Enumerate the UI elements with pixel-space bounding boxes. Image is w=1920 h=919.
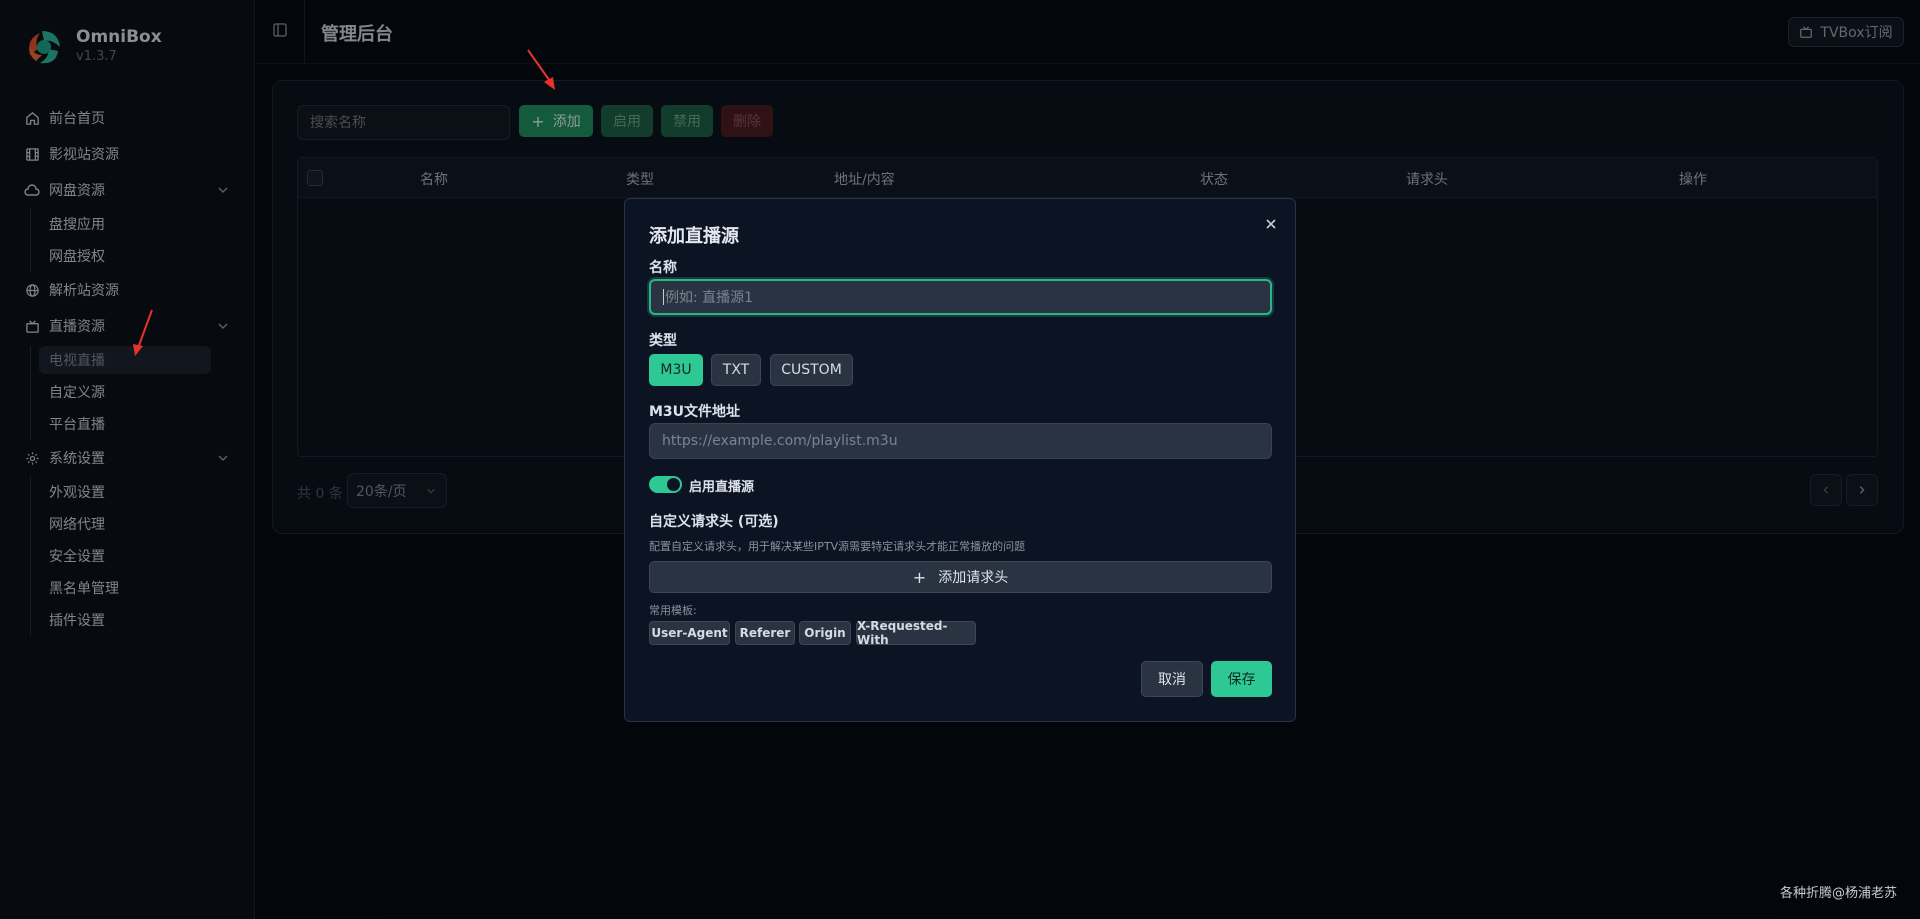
template-origin[interactable]: Origin <box>799 621 851 645</box>
url-input[interactable]: https://example.com/playlist.m3u <box>649 423 1272 459</box>
watermark: 各种折腾@杨浦老苏 <box>1780 886 1898 901</box>
name-placeholder: 例如: 直播源1 <box>665 290 754 306</box>
save-button[interactable]: 保存 <box>1211 661 1272 697</box>
type-txt-button[interactable]: TXT <box>711 354 761 386</box>
close-icon[interactable] <box>1264 217 1278 231</box>
name-input[interactable]: 例如: 直播源1 <box>649 279 1272 315</box>
text-caret <box>663 289 664 305</box>
type-custom-button[interactable]: CUSTOM <box>770 354 853 386</box>
enable-toggle[interactable] <box>649 476 682 493</box>
templates-label: 常用模板: <box>649 604 697 617</box>
plus-icon: + <box>912 567 927 587</box>
add-header-label: 添加请求头 <box>938 570 1009 586</box>
headers-hint: 配置自定义请求头，用于解决某些IPTV源需要特定请求头才能正常播放的问题 <box>649 540 1026 553</box>
add-live-source-dialog: 添加直播源 名称 例如: 直播源1 类型 M3U TXT CUSTOM M3U文… <box>624 198 1296 722</box>
name-label: 名称 <box>649 260 677 276</box>
url-placeholder: https://example.com/playlist.m3u <box>662 433 898 449</box>
headers-label: 自定义请求头 (可选) <box>649 514 779 530</box>
template-x-requested-with[interactable]: X-Requested-With <box>856 619 976 647</box>
enable-label: 启用直播源 <box>689 480 755 495</box>
add-header-button[interactable]: + 添加请求头 <box>649 561 1272 593</box>
annotation-arrow-icon <box>133 309 153 356</box>
cancel-button[interactable]: 取消 <box>1141 661 1203 697</box>
template-referer[interactable]: Referer <box>735 621 795 645</box>
type-m3u-button[interactable]: M3U <box>649 354 703 386</box>
dialog-title: 添加直播源 <box>649 226 739 247</box>
type-label: 类型 <box>649 333 677 349</box>
url-label: M3U文件地址 <box>649 404 741 420</box>
template-user-agent[interactable]: User-Agent <box>649 621 730 645</box>
annotation-arrow-icon <box>527 49 555 90</box>
